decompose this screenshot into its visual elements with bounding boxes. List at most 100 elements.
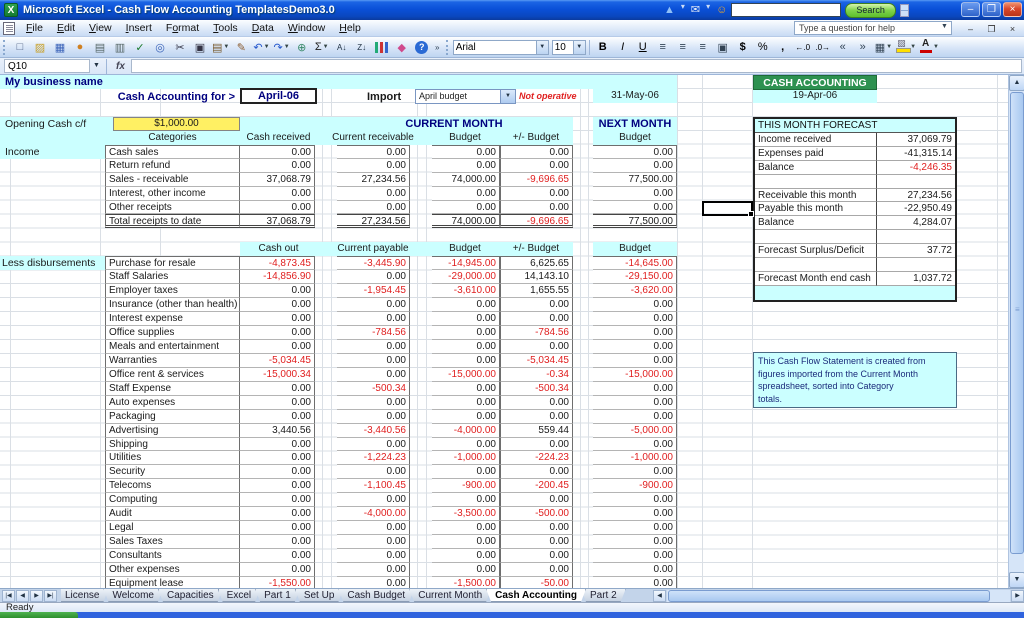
table-cell[interactable]: 0.00 <box>240 535 315 549</box>
table-cell[interactable]: 559.44 <box>500 424 573 438</box>
table-cell[interactable]: 0.00 <box>240 549 315 563</box>
table-cell[interactable]: 0.00 <box>432 549 500 563</box>
table-cell[interactable]: 0.00 <box>593 493 677 507</box>
table-cell[interactable]: 0.00 <box>337 312 410 326</box>
table-cell[interactable]: 0.00 <box>432 145 500 159</box>
menu-edit[interactable]: Edit <box>50 21 82 35</box>
table-cell[interactable]: 0.00 <box>337 201 410 215</box>
print-button[interactable]: ▤ <box>91 39 109 56</box>
worksheet-area[interactable]: 19-Apr-06 My business name Cash Accounti… <box>0 75 1024 588</box>
tab-first-button[interactable]: |◀ <box>2 590 15 602</box>
sheet-tab-capacities[interactable]: Capacities <box>158 589 223 602</box>
workbook-restore-button[interactable]: ❐ <box>984 22 999 35</box>
table-cell[interactable]: 77,500.00 <box>593 173 677 187</box>
type-question-box[interactable]: Type a question for help ▼ <box>794 21 952 35</box>
table-cell[interactable]: Office rent & services <box>105 368 240 382</box>
table-cell[interactable]: 0.00 <box>593 507 677 521</box>
table-cell[interactable]: 0.00 <box>432 465 500 479</box>
table-cell[interactable]: -3,500.00 <box>432 507 500 521</box>
table-cell[interactable]: 0.00 <box>432 201 500 215</box>
table-cell[interactable]: Legal <box>105 521 240 535</box>
period-cell[interactable]: April-06 <box>240 88 317 104</box>
table-cell[interactable]: -4,000.00 <box>337 507 410 521</box>
table-cell[interactable]: -50.00 <box>500 577 573 588</box>
table-cell[interactable]: 0.00 <box>432 159 500 173</box>
table-cell[interactable]: Meals and entertainment <box>105 340 240 354</box>
table-cell[interactable]: 0.00 <box>337 493 410 507</box>
table-cell[interactable]: 0.00 <box>432 521 500 535</box>
align-center-button[interactable]: ≡ <box>674 39 692 56</box>
chevron-down-icon[interactable]: ▾ <box>706 2 710 18</box>
table-cell[interactable]: 27,234.56 <box>337 173 410 187</box>
table-cell[interactable]: -784.56 <box>337 326 410 340</box>
table-cell[interactable]: 0.00 <box>240 507 315 521</box>
table-cell[interactable]: 0.00 <box>337 396 410 410</box>
table-cell[interactable]: 0.00 <box>432 298 500 312</box>
table-cell[interactable]: -784.56 <box>500 326 573 340</box>
table-cell[interactable]: 0.00 <box>240 493 315 507</box>
table-cell[interactable]: 0.00 <box>432 535 500 549</box>
table-cell[interactable]: -500.34 <box>500 382 573 396</box>
table-cell[interactable]: 0.00 <box>240 563 315 577</box>
forecast-label[interactable]: Income received <box>755 133 877 147</box>
cash-accounting-title[interactable]: CASH ACCOUNTING <box>753 75 877 90</box>
table-cell[interactable]: 0.00 <box>593 535 677 549</box>
forecast-label[interactable]: Balance <box>755 161 877 175</box>
menu-tools[interactable]: Tools <box>206 21 245 35</box>
table-cell[interactable]: 0.00 <box>593 549 677 563</box>
table-cell[interactable]: -14,645.00 <box>593 256 677 270</box>
drawing-button[interactable]: ◆ <box>393 39 411 56</box>
mail-icon[interactable]: ✉ <box>691 2 700 18</box>
table-cell[interactable]: -0.34 <box>500 368 573 382</box>
table-cell[interactable]: -9,696.65 <box>500 214 573 228</box>
table-cell[interactable]: 0.00 <box>500 312 573 326</box>
table-cell[interactable]: -14,856.90 <box>240 270 315 284</box>
research-button[interactable]: ◎ <box>151 39 169 56</box>
spelling-button[interactable]: ✓ <box>131 39 149 56</box>
table-cell[interactable]: 0.00 <box>337 465 410 479</box>
workbook-minimize-button[interactable]: – <box>963 22 978 35</box>
sheet-tab-cash-accounting[interactable]: Cash Accounting <box>486 589 586 602</box>
format-painter-button[interactable]: ✎ <box>232 39 250 56</box>
table-cell[interactable]: Computing <box>105 493 240 507</box>
table-cell[interactable]: Office supplies <box>105 326 240 340</box>
table-cell[interactable]: 0.00 <box>240 451 315 465</box>
table-cell[interactable]: Other receipts <box>105 201 240 215</box>
percent-button[interactable]: % <box>754 39 772 56</box>
sheet-tab-part-2[interactable]: Part 2 <box>581 589 626 602</box>
table-cell[interactable]: Purchase for resale <box>105 256 240 270</box>
table-cell[interactable]: Sales Taxes <box>105 535 240 549</box>
vertical-scroll-thumb[interactable] <box>1010 92 1024 554</box>
table-cell[interactable]: 0.00 <box>500 298 573 312</box>
table-cell[interactable]: 0.00 <box>593 326 677 340</box>
table-cell[interactable]: -4,873.45 <box>240 256 315 270</box>
table-cell[interactable]: 0.00 <box>500 340 573 354</box>
chevron-down-icon[interactable]: ▼ <box>939 23 950 33</box>
forecast-label[interactable] <box>755 230 877 244</box>
table-cell[interactable]: 0.00 <box>337 145 410 159</box>
chevron-down-icon[interactable]: ▼ <box>536 41 548 54</box>
table-cell[interactable]: 6,625.65 <box>500 256 573 270</box>
align-right-button[interactable]: ≡ <box>694 39 712 56</box>
table-cell[interactable]: 0.00 <box>593 577 677 588</box>
selected-cell-q10[interactable] <box>702 201 753 216</box>
table-cell[interactable]: -200.45 <box>500 479 573 493</box>
table-cell[interactable]: Return refund <box>105 159 240 173</box>
menu-data[interactable]: Data <box>245 21 281 35</box>
chevron-down-icon[interactable]: ▼ <box>886 44 892 50</box>
table-cell[interactable]: 37,068.79 <box>240 214 315 228</box>
table-cell[interactable]: Warranties <box>105 354 240 368</box>
windows-taskbar[interactable] <box>0 612 1024 618</box>
tab-next-button[interactable]: ▶ <box>30 590 43 602</box>
table-cell[interactable]: 3,440.56 <box>240 424 315 438</box>
table-cell[interactable]: -1,100.45 <box>337 479 410 493</box>
sheet-tab-current-month[interactable]: Current Month <box>409 589 491 602</box>
table-cell[interactable]: 0.00 <box>240 465 315 479</box>
table-cell[interactable]: 0.00 <box>240 438 315 452</box>
table-cell[interactable]: 0.00 <box>337 535 410 549</box>
copy-button[interactable]: ▣ <box>191 39 209 56</box>
table-cell[interactable]: Total receipts to date <box>105 214 240 228</box>
forecast-value[interactable] <box>877 258 955 272</box>
table-cell[interactable]: 0.00 <box>593 187 677 201</box>
table-cell[interactable]: Employer taxes <box>105 284 240 298</box>
